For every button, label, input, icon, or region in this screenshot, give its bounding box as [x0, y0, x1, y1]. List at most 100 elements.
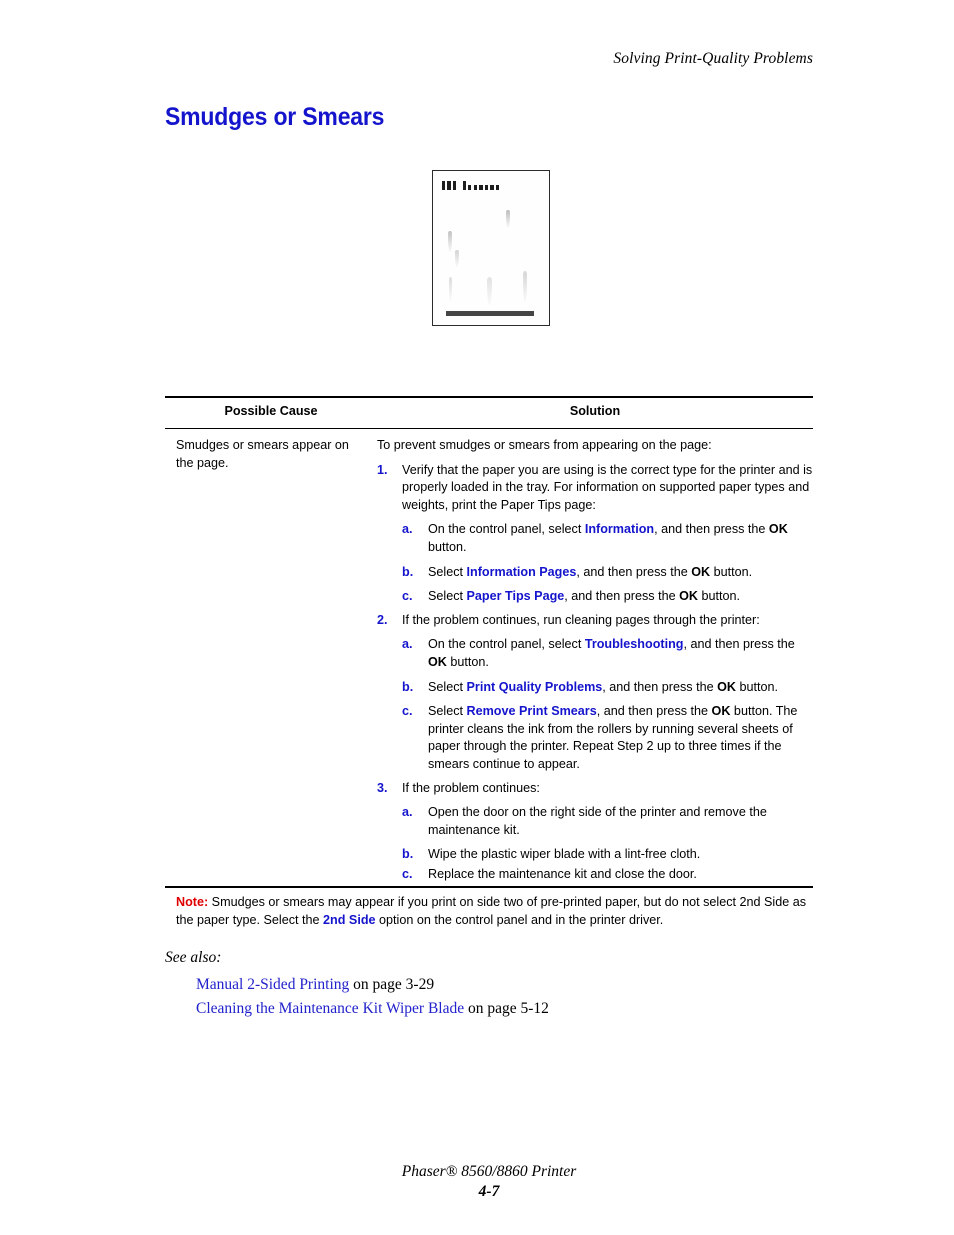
solution-step-list: 1. Verify that the paper you are using is…	[377, 462, 813, 884]
substep-marker: c.	[402, 704, 413, 719]
substep-marker: b.	[402, 564, 414, 579]
document-page: Solving Print-Quality Problems Smudges o…	[0, 0, 954, 1235]
substep-marker: c.	[402, 866, 413, 881]
ui-term: Paper Tips Page	[466, 589, 565, 604]
substep-marker: a.	[402, 637, 413, 652]
text-run: button.	[710, 564, 753, 579]
text-run: button.	[446, 654, 489, 669]
solution-step: 1. Verify that the paper you are using is…	[377, 462, 813, 606]
substep-marker: b.	[402, 679, 414, 694]
solution-substep-list: a. Open the door on the right side of the…	[402, 804, 813, 883]
substep-text: Select Paper Tips Page, and then press t…	[428, 589, 740, 603]
smear-mark	[448, 231, 452, 252]
substep-marker: b.	[402, 847, 414, 862]
text-run: , and then press the	[576, 564, 692, 579]
cross-reference-page: on page 5-12	[464, 1000, 549, 1017]
substep-text: Select Remove Print Smears, and then pre…	[428, 704, 797, 771]
substep-text: Select Information Pages, and then press…	[428, 565, 752, 579]
text-run: option on the control panel and in the p…	[375, 913, 664, 927]
solution-substep: b. Wipe the plastic wiper blade with a li…	[402, 846, 813, 864]
see-also-entry: Manual 2-Sided Printing on page 3-29	[196, 973, 549, 997]
cross-reference-link[interactable]: Manual 2-Sided Printing	[196, 976, 349, 993]
key-label: OK	[428, 654, 447, 669]
key-label: OK	[711, 704, 731, 719]
solution-substep: b. Select Information Pages, and then pre…	[402, 564, 813, 582]
text-run: button.	[428, 539, 467, 554]
substep-text: On the control panel, select Troubleshoo…	[428, 637, 795, 669]
see-also-list: Manual 2-Sided Printing on page 3-29 Clea…	[196, 973, 549, 1021]
solution-substep: c. Replace the maintenance kit and close …	[402, 866, 813, 884]
text-run: Select	[428, 589, 467, 604]
key-label: OK	[717, 679, 736, 694]
step-marker: 2.	[377, 612, 388, 627]
see-also-label: See also:	[165, 949, 222, 966]
key-label: OK	[679, 589, 698, 604]
column-header-solution: Solution	[569, 404, 621, 418]
text-run: , and then press the	[683, 637, 795, 652]
substep-text: Wipe the plastic wiper blade with a lint…	[428, 847, 700, 861]
note-text: Smudges or smears may appear if you prin…	[176, 895, 806, 927]
substep-marker: c.	[402, 589, 413, 604]
solution-substep: c. Select Paper Tips Page, and then press…	[402, 588, 813, 606]
smudged-page-illustration	[432, 170, 550, 326]
ui-term: Print Quality Problems	[466, 679, 603, 694]
solution-substep: b. Select Print Quality Problems, and the…	[402, 679, 813, 697]
step-text: If the problem continues:	[402, 780, 540, 795]
text-run: , and then press the	[564, 589, 680, 604]
footer-product-name: Phaser® 8560/8860 Printer	[401, 1163, 577, 1180]
illustration-text-bars	[442, 181, 502, 190]
note-label: Note:	[176, 895, 209, 909]
substep-text: Open the door on the right side of the p…	[428, 805, 767, 837]
step-marker: 3.	[377, 780, 388, 795]
text-run: On the control panel, select	[428, 637, 585, 652]
solution-substep: a. On the control panel, select Informati…	[402, 521, 813, 556]
substep-marker: a.	[402, 805, 413, 820]
solution-substep-list: a. On the control panel, select Informati…	[402, 521, 813, 605]
ui-term: Information	[584, 522, 655, 537]
note-block: Note: Smudges or smears may appear if yo…	[176, 893, 813, 929]
ui-term: Remove Print Smears	[466, 704, 597, 719]
solution-substep: c. Select Remove Print Smears, and then p…	[402, 703, 813, 773]
ui-term: Troubleshooting	[584, 637, 684, 652]
ui-term: Information Pages	[466, 564, 577, 579]
substep-text: On the control panel, select Information…	[428, 522, 788, 554]
smear-mark	[487, 277, 492, 305]
step-marker: 1.	[377, 462, 388, 477]
substep-text: Replace the maintenance kit and close th…	[428, 867, 697, 881]
substep-marker: a.	[402, 522, 413, 537]
text-run: Wipe the plastic wiper blade with a lint…	[428, 847, 701, 862]
solution-substep: a. On the control panel, select Troublesh…	[402, 636, 813, 671]
solution-intro: To prevent smudges or smears from appear…	[377, 438, 712, 452]
step-text: Verify that the paper you are using is t…	[402, 462, 813, 512]
solution-step: 3. If the problem continues: a. Open the do…	[377, 780, 813, 884]
footer-page-number: 4-7	[478, 1183, 500, 1200]
step-text: If the problem continues, run cleaning p…	[402, 612, 760, 627]
text-run: Open the door on the right side of the p…	[428, 805, 767, 837]
smear-mark	[449, 277, 452, 301]
solution-substep-list: a. On the control panel, select Troublesh…	[402, 636, 813, 773]
cross-reference-page: on page 3-29	[349, 976, 435, 993]
substep-text: Select Print Quality Problems, and then …	[428, 680, 778, 694]
text-run: button.	[736, 679, 779, 694]
text-run: , and then press the	[596, 704, 712, 719]
ui-term: 2nd Side	[323, 913, 376, 927]
page-title: Smudges or Smears	[165, 103, 385, 131]
text-run: , and then press the	[654, 522, 769, 537]
text-run: Select	[428, 564, 467, 579]
table-cell-solution: To prevent smudges or smears from appear…	[377, 437, 813, 889]
column-header-possible-cause: Possible Cause	[224, 404, 318, 418]
see-also-entry: Cleaning the Maintenance Kit Wiper Blade…	[196, 997, 549, 1021]
illustration-bottom-bar	[446, 310, 534, 316]
key-label: OK	[768, 522, 788, 537]
table-header-rule	[165, 428, 813, 430]
text-run: On the control panel, select	[428, 522, 585, 537]
text-run: Select	[428, 679, 467, 694]
text-run: button.	[698, 589, 741, 604]
solution-step: 2. If the problem continues, run cleaning…	[377, 612, 813, 774]
table-top-rule	[165, 396, 813, 398]
smear-mark	[506, 210, 510, 228]
cross-reference-link[interactable]: Cleaning the Maintenance Kit Wiper Blade	[196, 1000, 464, 1017]
table-cell-possible-cause: Smudges or smears appear on the page.	[176, 438, 349, 470]
smear-mark	[455, 250, 459, 267]
solution-substep: a. Open the door on the right side of the…	[402, 804, 813, 839]
